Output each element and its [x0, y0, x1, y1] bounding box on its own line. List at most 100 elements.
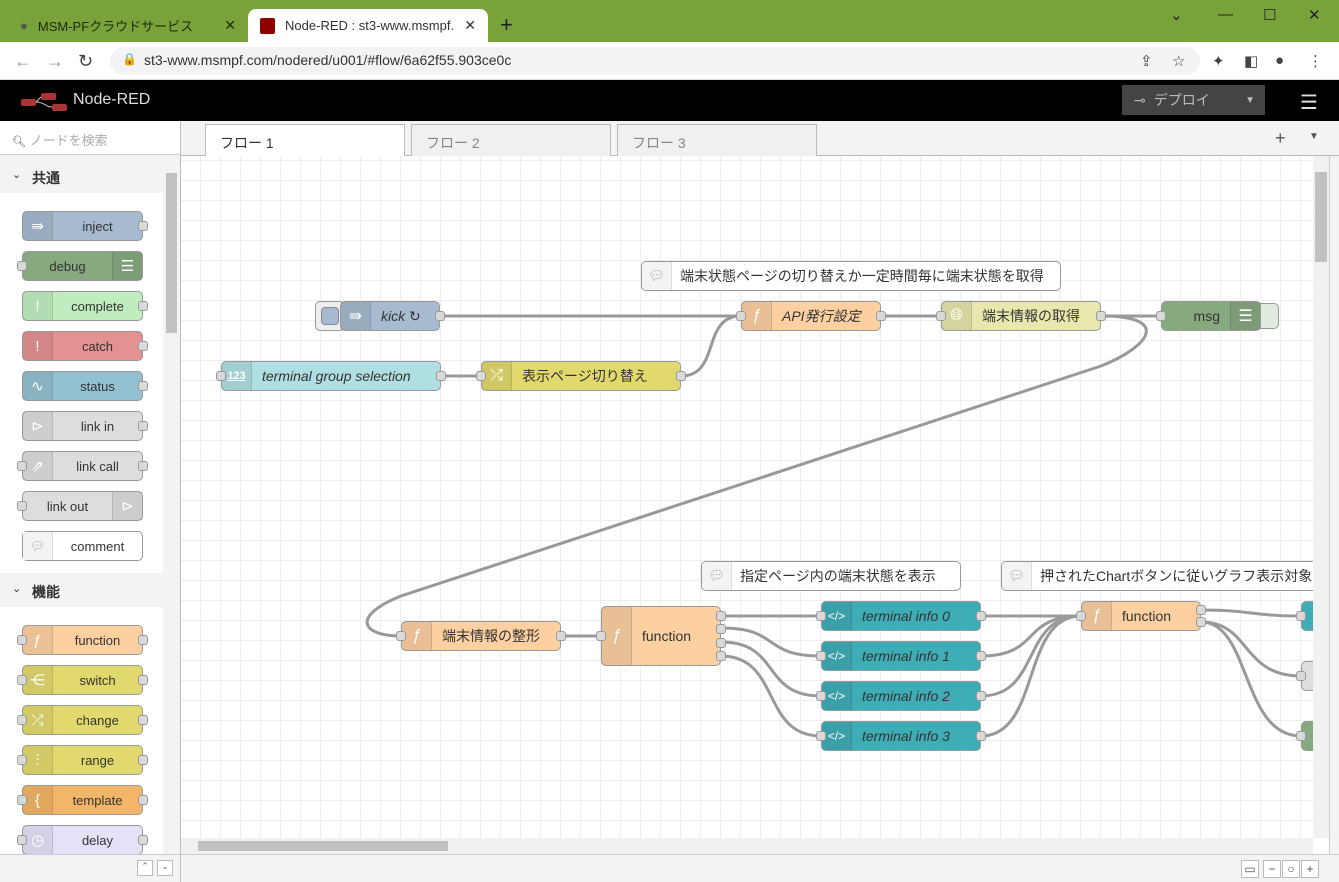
node-api-setup[interactable]: ƒ API発行設定: [736, 301, 886, 331]
output-port[interactable]: [976, 691, 986, 701]
output-port[interactable]: [976, 611, 986, 621]
tab-search-icon[interactable]: ⌄: [1170, 6, 1183, 24]
palette-node-range[interactable]: ⫶ range: [17, 745, 148, 775]
palette-node-inject[interactable]: ⇛ inject: [22, 211, 148, 241]
palette-node-switch[interactable]: ⋲ switch: [17, 665, 148, 695]
input-port[interactable]: [1156, 311, 1166, 321]
input-port[interactable]: [816, 691, 826, 701]
input-port[interactable]: [1296, 611, 1306, 621]
tab-flow-1[interactable]: フロー 1: [205, 124, 405, 157]
output-port[interactable]: [716, 638, 726, 648]
extensions-icon[interactable]: ✦: [1212, 52, 1225, 70]
node-partial-debug[interactable]: [1296, 721, 1313, 751]
output-port[interactable]: [716, 624, 726, 634]
reload-button[interactable]: ↻: [78, 51, 93, 72]
browser-tab-nodered[interactable]: Node-RED : st3-www.msmpf.com ✕: [248, 9, 488, 42]
node-partial-link-out[interactable]: [1296, 661, 1313, 691]
palette-node-template[interactable]: {template: [17, 785, 148, 815]
deploy-dropdown-icon[interactable]: ▼: [1245, 95, 1255, 106]
output-port[interactable]: [436, 371, 446, 381]
palette-search-input[interactable]: 🔍︎ ノードを検索: [0, 121, 180, 155]
node-function-1[interactable]: ƒ function: [596, 606, 726, 666]
palette-category-header[interactable]: ⌄ 共通: [0, 159, 163, 193]
expand-all-button[interactable]: ⌄: [157, 860, 173, 876]
palette-node-catch[interactable]: ! catch: [22, 331, 148, 361]
forward-button[interactable]: →: [46, 51, 64, 72]
output-port[interactable]: [676, 371, 686, 381]
close-tab-icon[interactable]: ✕: [464, 17, 476, 34]
input-port[interactable]: [936, 311, 946, 321]
node-terminal-info-3[interactable]: </> terminal info 3: [816, 721, 986, 751]
main-menu-icon[interactable]: ☰: [1300, 90, 1318, 115]
input-port[interactable]: [816, 651, 826, 661]
share-icon[interactable]: ⇪: [1140, 52, 1153, 70]
bookmark-star-icon[interactable]: ☆: [1172, 52, 1185, 70]
output-port[interactable]: [1196, 617, 1206, 627]
palette-node-link-call[interactable]: ⇗ link call: [17, 451, 148, 481]
palette-node-delay[interactable]: ◷ delay: [17, 825, 148, 855]
input-port[interactable]: [1076, 611, 1086, 621]
flow-canvas[interactable]: 💬︎ 端末状態ページの切り替えか一定時間毎に端末状態を取得 💬︎ 指定ページ内の…: [181, 156, 1313, 838]
node-change-page[interactable]: ⤮ 表示ページ切り替え: [476, 361, 686, 391]
palette-scrollbar[interactable]: [165, 157, 178, 847]
output-port[interactable]: [556, 631, 566, 641]
palette-node-link-in[interactable]: ⊳ link in: [22, 411, 148, 441]
browser-tab-msm[interactable]: ● MSM-PFクラウドサービス ✕: [8, 9, 248, 42]
output-port[interactable]: [876, 311, 886, 321]
side-panel-icon[interactable]: ◧: [1244, 52, 1258, 70]
tab-flow-3[interactable]: フロー 3: [617, 124, 817, 156]
collapse-all-button[interactable]: ⌃: [137, 860, 153, 876]
comment-node[interactable]: 💬︎ 押されたChartボタンに従いグラフ表示対象を: [1001, 561, 1313, 591]
node-partial-template[interactable]: [1296, 601, 1313, 631]
node-terminal-info-2[interactable]: </> terminal info 2: [816, 681, 986, 711]
navigator-map-icon[interactable]: ▭: [1241, 860, 1259, 878]
output-port[interactable]: [976, 651, 986, 661]
canvas-horizontal-scrollbar[interactable]: [181, 838, 1313, 854]
palette-node-link-out[interactable]: link out ⊳: [17, 491, 143, 521]
palette-node-function[interactable]: ƒ function: [17, 625, 148, 655]
browser-menu-icon[interactable]: ⋮: [1308, 52, 1323, 70]
palette-node-change[interactable]: ⤮ change: [17, 705, 148, 735]
output-port[interactable]: [716, 651, 726, 661]
output-port[interactable]: [716, 611, 726, 621]
palette-node-status[interactable]: ∿ status: [22, 371, 148, 401]
zoom-out-button[interactable]: −: [1263, 860, 1281, 878]
palette-node-comment[interactable]: 💬︎ comment: [22, 531, 143, 561]
input-port[interactable]: [216, 371, 226, 381]
palette-node-complete[interactable]: ! complete: [22, 291, 148, 321]
input-port[interactable]: [396, 631, 406, 641]
deploy-button[interactable]: ⊸ デプロイ ▼: [1122, 85, 1265, 115]
palette-category-header[interactable]: ⌄ 機能: [0, 573, 163, 607]
input-port[interactable]: [736, 311, 746, 321]
profile-icon[interactable]: ●: [1275, 52, 1284, 69]
node-terminal-info-1[interactable]: </> terminal info 1: [816, 641, 986, 671]
node-terminal-group-selection[interactable]: 123 terminal group selection: [216, 361, 446, 391]
input-port[interactable]: [1296, 671, 1306, 681]
output-port[interactable]: [1096, 311, 1106, 321]
close-tab-icon[interactable]: ✕: [224, 17, 236, 34]
tab-flow-2[interactable]: フロー 2: [411, 124, 611, 156]
palette-node-debug[interactable]: debug ☰: [17, 251, 143, 281]
node-kick[interactable]: ⇛ kick ↻: [340, 301, 445, 331]
node-get-info[interactable]: 🌐︎ 端末情報の取得: [936, 301, 1106, 331]
minimize-button[interactable]: —: [1218, 6, 1233, 23]
node-terminal-info-0[interactable]: </> terminal info 0: [816, 601, 986, 631]
comment-node[interactable]: 💬︎ 端末状態ページの切り替えか一定時間毎に端末状態を取得: [641, 261, 1061, 291]
flow-list-menu-icon[interactable]: ▼: [1309, 131, 1319, 142]
zoom-in-button[interactable]: +: [1301, 860, 1319, 878]
node-debug-msg[interactable]: msg ☰: [1156, 301, 1261, 331]
input-port[interactable]: [816, 611, 826, 621]
maximize-button[interactable]: ☐: [1263, 6, 1276, 24]
canvas-vertical-scrollbar[interactable]: [1313, 156, 1329, 838]
node-format-info[interactable]: ƒ 端末情報の整形: [396, 621, 566, 651]
add-flow-button[interactable]: +: [1275, 128, 1286, 149]
new-tab-button[interactable]: +: [500, 12, 513, 38]
url-input[interactable]: 🔒 st3-www.msmpf.com/nodered/u001/#flow/6…: [110, 47, 1200, 75]
zoom-reset-button[interactable]: ○: [1282, 860, 1300, 878]
node-function-2[interactable]: ƒ function: [1076, 601, 1206, 631]
input-port[interactable]: [476, 371, 486, 381]
input-port[interactable]: [816, 731, 826, 741]
output-port[interactable]: [435, 311, 445, 321]
back-button[interactable]: ←: [14, 51, 32, 72]
input-port[interactable]: [1296, 731, 1306, 741]
